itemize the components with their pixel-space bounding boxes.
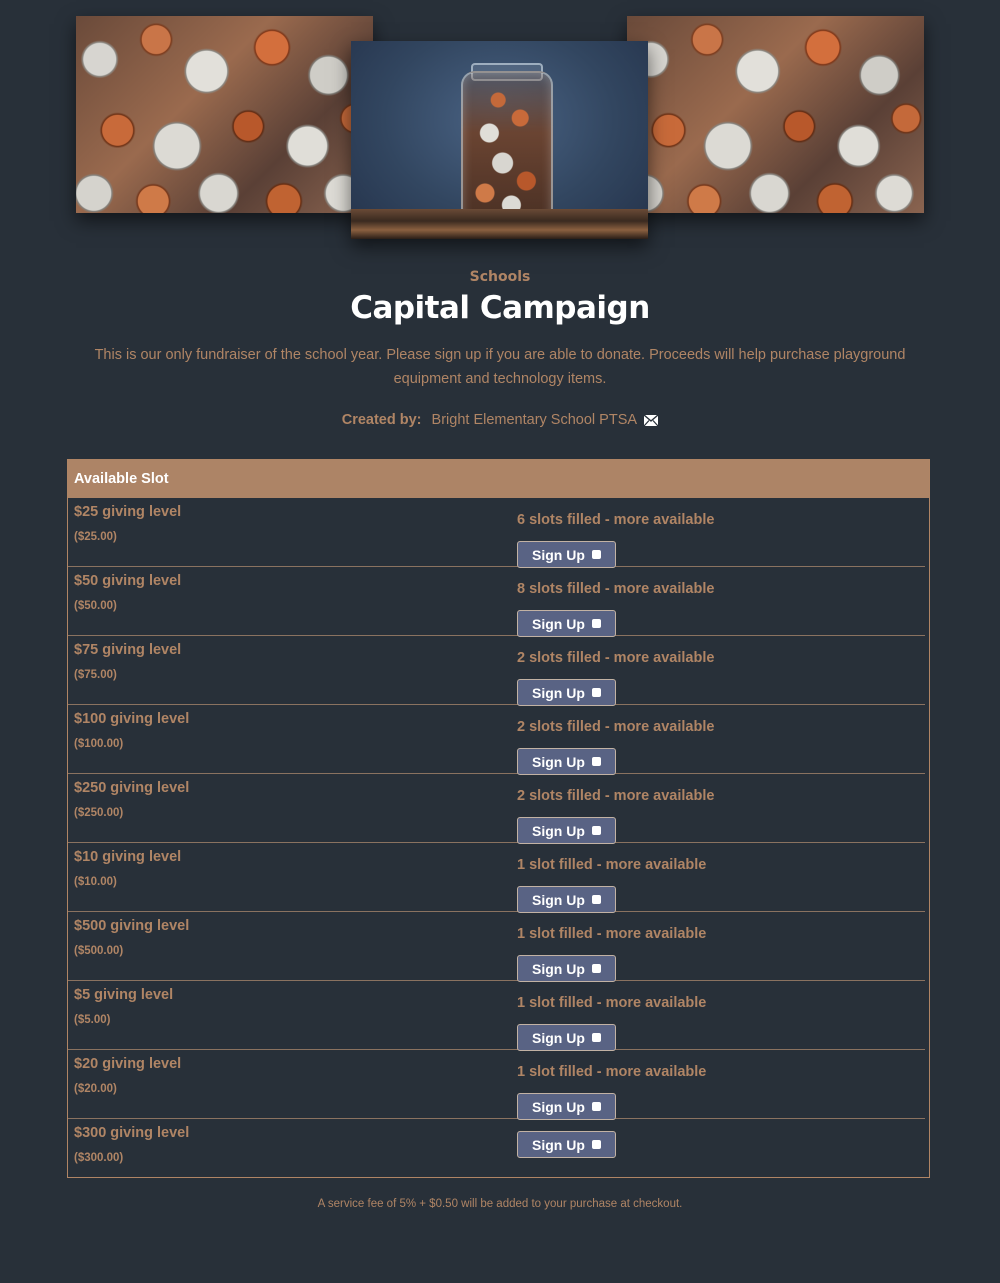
slot-status: 2 slots filled - more available bbox=[517, 650, 715, 666]
slot-price: ($20.00) bbox=[74, 1083, 117, 1095]
slot-price: ($10.00) bbox=[74, 876, 117, 888]
sign-up-button[interactable]: Sign Up bbox=[517, 541, 616, 568]
sign-up-button[interactable]: Sign Up bbox=[517, 817, 616, 844]
checkbox-icon bbox=[592, 757, 601, 766]
slot-row: $500 giving level ($500.00) 1 slot filled … bbox=[68, 912, 925, 982]
slot-status: 1 slot filled - more available bbox=[517, 995, 707, 1011]
sign-up-label: Sign Up bbox=[532, 546, 585, 563]
slot-price: ($500.00) bbox=[74, 945, 124, 957]
slot-status: 2 slots filled - more available bbox=[517, 719, 715, 735]
checkbox-icon bbox=[592, 688, 601, 697]
slot-row: $50 giving level ($50.00) 8 slots filled -… bbox=[68, 567, 925, 637]
slot-status: 1 slot filled - more available bbox=[517, 857, 707, 873]
slot-name: $500 giving level bbox=[74, 918, 190, 934]
slot-price: ($75.00) bbox=[74, 669, 117, 681]
sign-up-label: Sign Up bbox=[532, 1029, 585, 1046]
sign-up-label: Sign Up bbox=[532, 753, 585, 770]
slots-table: Available Slot $25 giving level ($25.00) 6… bbox=[67, 459, 930, 1178]
slot-price: ($50.00) bbox=[74, 600, 117, 612]
slot-price: ($100.00) bbox=[74, 738, 124, 750]
slot-status: 1 slot filled - more available bbox=[517, 1064, 707, 1080]
envelope-icon[interactable] bbox=[644, 415, 659, 426]
slot-name: $5 giving level bbox=[74, 987, 174, 1003]
slot-status: 8 slots filled - more available bbox=[517, 581, 715, 597]
checkbox-icon bbox=[592, 1140, 601, 1149]
checkbox-icon bbox=[592, 550, 601, 559]
coins-photo-right bbox=[627, 16, 924, 213]
creator-name: Bright Elementary School PTSA bbox=[431, 412, 637, 428]
checkbox-icon bbox=[592, 826, 601, 835]
sign-up-label: Sign Up bbox=[532, 891, 585, 908]
slot-name: $300 giving level bbox=[74, 1125, 190, 1141]
slot-name: $20 giving level bbox=[74, 1056, 182, 1072]
category-label: Schools bbox=[469, 269, 531, 285]
sign-up-button[interactable]: Sign Up bbox=[517, 748, 616, 775]
slot-row: $20 giving level ($20.00) 1 slot filled - … bbox=[68, 1050, 925, 1120]
slot-name: $75 giving level bbox=[74, 642, 182, 658]
slot-row: $10 giving level ($10.00) 1 slot filled - … bbox=[68, 843, 925, 913]
slot-price: ($25.00) bbox=[74, 531, 117, 543]
slot-name: $25 giving level bbox=[74, 504, 182, 520]
sign-up-label: Sign Up bbox=[532, 1098, 585, 1115]
created-by-label: Created by: bbox=[341, 412, 422, 428]
creator-line: Created by: Bright Elementary School PTS… bbox=[0, 412, 1000, 428]
slots-table-header: Available Slot bbox=[68, 460, 929, 498]
slot-name: $100 giving level bbox=[74, 711, 190, 727]
coin-jar-photo bbox=[351, 41, 648, 239]
slot-row: $100 giving level ($100.00) 2 slots filled… bbox=[68, 705, 925, 775]
slot-status: 2 slots filled - more available bbox=[517, 788, 715, 804]
sign-up-button[interactable]: Sign Up bbox=[517, 1131, 616, 1158]
sign-up-label: Sign Up bbox=[532, 960, 585, 977]
slot-price: ($300.00) bbox=[74, 1152, 124, 1164]
description-text: This is our only fundraiser of the schoo… bbox=[94, 347, 906, 387]
sign-up-button[interactable]: Sign Up bbox=[517, 1093, 616, 1120]
slot-price: ($5.00) bbox=[74, 1014, 111, 1026]
sign-up-button[interactable]: Sign Up bbox=[517, 1024, 616, 1051]
sign-up-label: Sign Up bbox=[532, 822, 585, 839]
sign-up-label: Sign Up bbox=[532, 1136, 585, 1153]
slot-list: $25 giving level ($25.00) 6 slots filled -… bbox=[68, 498, 929, 1174]
page-title: Capital Campaign bbox=[350, 290, 650, 326]
slot-row: $250 giving level ($250.00) 2 slots filled… bbox=[68, 774, 925, 844]
slot-row: $75 giving level ($75.00) 2 slots filled -… bbox=[68, 636, 925, 706]
sign-up-button[interactable]: Sign Up bbox=[517, 955, 616, 982]
sign-up-button[interactable]: Sign Up bbox=[517, 610, 616, 637]
checkbox-icon bbox=[592, 1102, 601, 1111]
slot-row: $5 giving level ($5.00) 1 slot filled - mo… bbox=[68, 981, 925, 1051]
checkbox-icon bbox=[592, 895, 601, 904]
signup-page: Schools Capital Campaign This is our onl… bbox=[0, 0, 1000, 1283]
slot-row: $25 giving level ($25.00) 6 slots filled -… bbox=[68, 498, 925, 568]
checkbox-icon bbox=[592, 1033, 601, 1042]
sign-up-label: Sign Up bbox=[532, 615, 585, 632]
service-fee-note: A service fee of 5% + $0.50 will be adde… bbox=[317, 1198, 683, 1210]
slot-name: $50 giving level bbox=[74, 573, 182, 589]
slot-name: $10 giving level bbox=[74, 849, 182, 865]
sign-up-button[interactable]: Sign Up bbox=[517, 679, 616, 706]
slot-status: 6 slots filled - more available bbox=[517, 512, 715, 528]
sign-up-button[interactable]: Sign Up bbox=[517, 886, 616, 913]
checkbox-icon bbox=[592, 619, 601, 628]
slot-row: $300 giving level ($300.00) Sign Up bbox=[68, 1119, 925, 1174]
coins-photo-left bbox=[76, 16, 373, 213]
slot-status: 1 slot filled - more available bbox=[517, 926, 707, 942]
checkbox-icon bbox=[592, 964, 601, 973]
slot-price: ($250.00) bbox=[74, 807, 124, 819]
slot-name: $250 giving level bbox=[74, 780, 190, 796]
sign-up-label: Sign Up bbox=[532, 684, 585, 701]
